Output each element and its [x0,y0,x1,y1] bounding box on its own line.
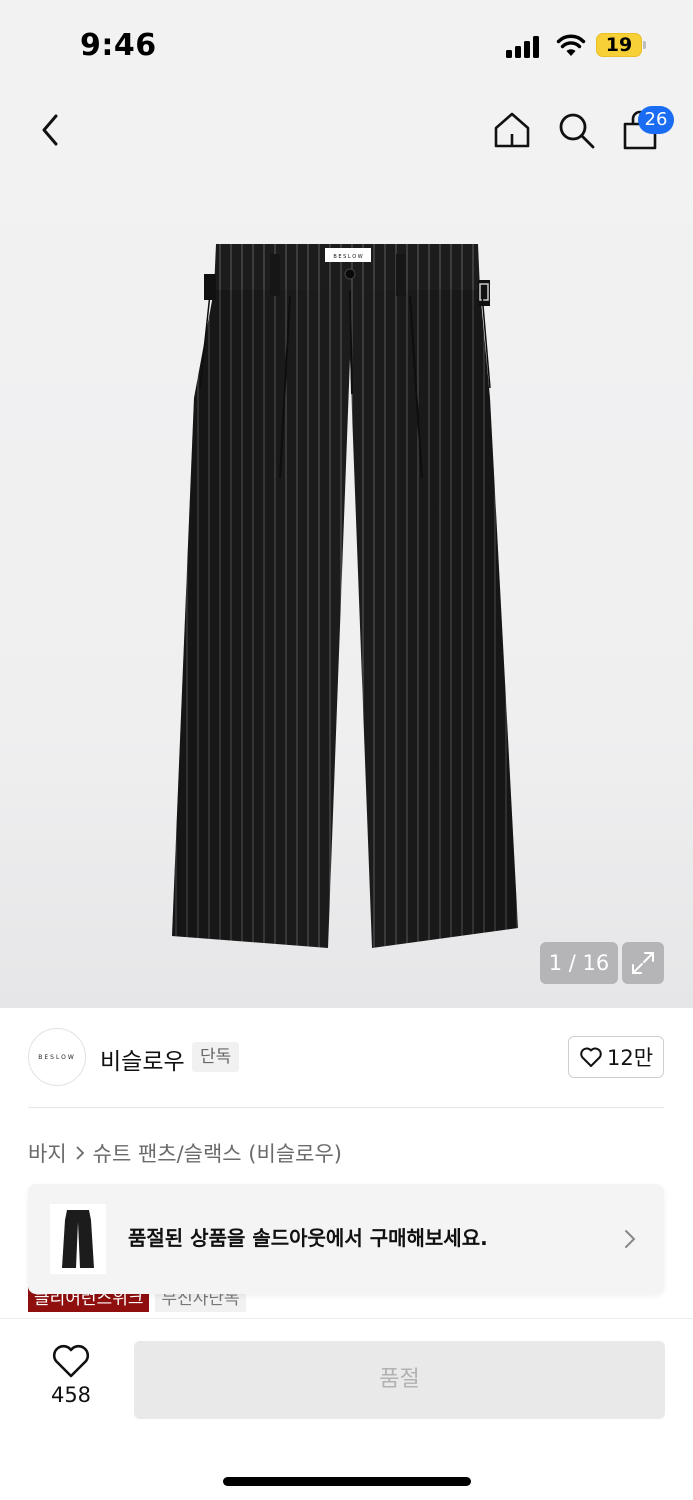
wishlist-button[interactable]: 458 [36,1343,106,1413]
brand-like-count: 12만 [606,1046,654,1070]
home-button[interactable] [490,108,534,152]
image-counter: 1 / 16 [540,942,618,984]
battery-icon: 19 [596,33,646,57]
back-arrow-icon [42,114,58,146]
search-icon [559,113,595,149]
banner-thumbnail [50,1204,106,1274]
breadcrumb: 바지 슈트 팬츠/슬랙스 (비슬로우) [28,1138,342,1168]
svg-text:B E S L O W: B E S L O W [333,254,362,260]
back-button[interactable] [28,108,72,152]
breadcrumb-subcategory[interactable]: 슈트 팬츠/슬랙스 (비슬로우) [93,1138,342,1168]
status-time: 9:46 [80,28,157,63]
exclusive-tag: 단독 [192,1042,240,1072]
search-button[interactable] [554,108,598,152]
home-icon [494,112,530,148]
expand-icon [632,952,654,974]
brand-logo-text: BESLOW [38,1053,76,1061]
wifi-icon [556,32,586,58]
cart-count-badge: 26 [638,106,674,134]
wishlist-count: 458 [50,1383,92,1407]
soldout-button[interactable]: 품절 [134,1341,665,1419]
brand-like-button[interactable]: 12만 [568,1036,664,1078]
expand-image-button[interactable] [622,942,664,984]
brand-row: BESLOW 비슬로우 단독 12만 [0,1008,693,1108]
banner-text: 품절된 상품을 솔드아웃에서 구매해보세요. [128,1226,488,1250]
heart-icon [52,1344,90,1378]
chevron-right-icon [620,1226,640,1252]
battery-level: 19 [605,34,633,56]
breadcrumb-category[interactable]: 바지 [28,1138,67,1168]
heart-icon [580,1047,602,1067]
chevron-right-icon [75,1145,85,1161]
status-bar: 9:46 19 [0,0,693,90]
home-indicator [223,1477,471,1486]
product-image[interactable]: B E S L O W [160,238,540,958]
signal-icon [506,34,542,58]
divider [28,1107,664,1108]
brand-name[interactable]: 비슬로우 [100,1042,185,1076]
product-gallery[interactable]: 26 B E S L O W 1 / 16 [0,90,693,1008]
brand-logo[interactable]: BESLOW [28,1028,86,1086]
soldout-banner[interactable]: 품절된 상품을 솔드아웃에서 구매해보세요. [28,1184,664,1294]
bottom-action-bar: 458 품절 [0,1318,693,1500]
